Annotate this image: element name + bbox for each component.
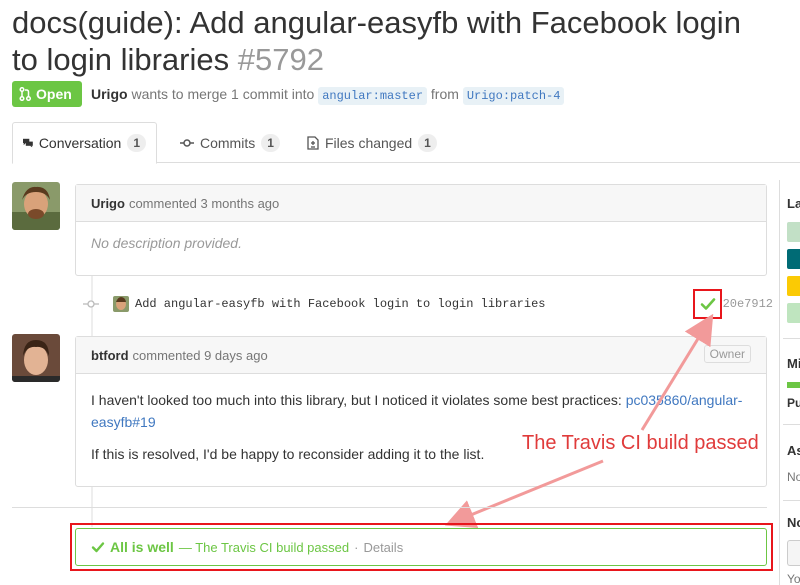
sidebar-assignee-title[interactable]: As	[787, 443, 800, 458]
label-chip[interactable]	[787, 249, 800, 269]
status-details-link[interactable]: Details	[363, 540, 403, 555]
arrow-to-status	[444, 459, 604, 529]
sidebar-notifications-title: No	[787, 515, 800, 530]
milestone-progress	[787, 382, 800, 388]
merge-status-box: All is well — The Travis CI build passed…	[75, 528, 767, 566]
sidebar-assignee-value: No	[787, 470, 800, 484]
status-separator: ·	[354, 539, 359, 555]
label-chip[interactable]	[787, 222, 800, 242]
label-chip[interactable]	[787, 276, 800, 296]
sidebar-notifications-value: Yo	[787, 572, 800, 585]
sidebar-milestone-value[interactable]: Pu	[787, 396, 800, 410]
annotation-arrows	[444, 313, 714, 529]
check-icon	[91, 542, 105, 553]
label-chip[interactable]	[787, 303, 800, 323]
sidebar-labels-title[interactable]: La	[787, 196, 800, 211]
subscribe-button[interactable]	[787, 540, 800, 566]
sidebar-milestone-title[interactable]: Mi	[787, 356, 800, 371]
sidebar-sep	[783, 424, 800, 425]
sidebar-sep	[783, 500, 800, 501]
sidebar-divider	[779, 180, 780, 585]
timeline-divider	[12, 507, 767, 508]
status-headline: All is well	[110, 539, 174, 555]
arrow-to-check	[640, 313, 714, 431]
sidebar-sep	[783, 338, 800, 339]
status-detail: — The Travis CI build passed	[178, 539, 350, 555]
